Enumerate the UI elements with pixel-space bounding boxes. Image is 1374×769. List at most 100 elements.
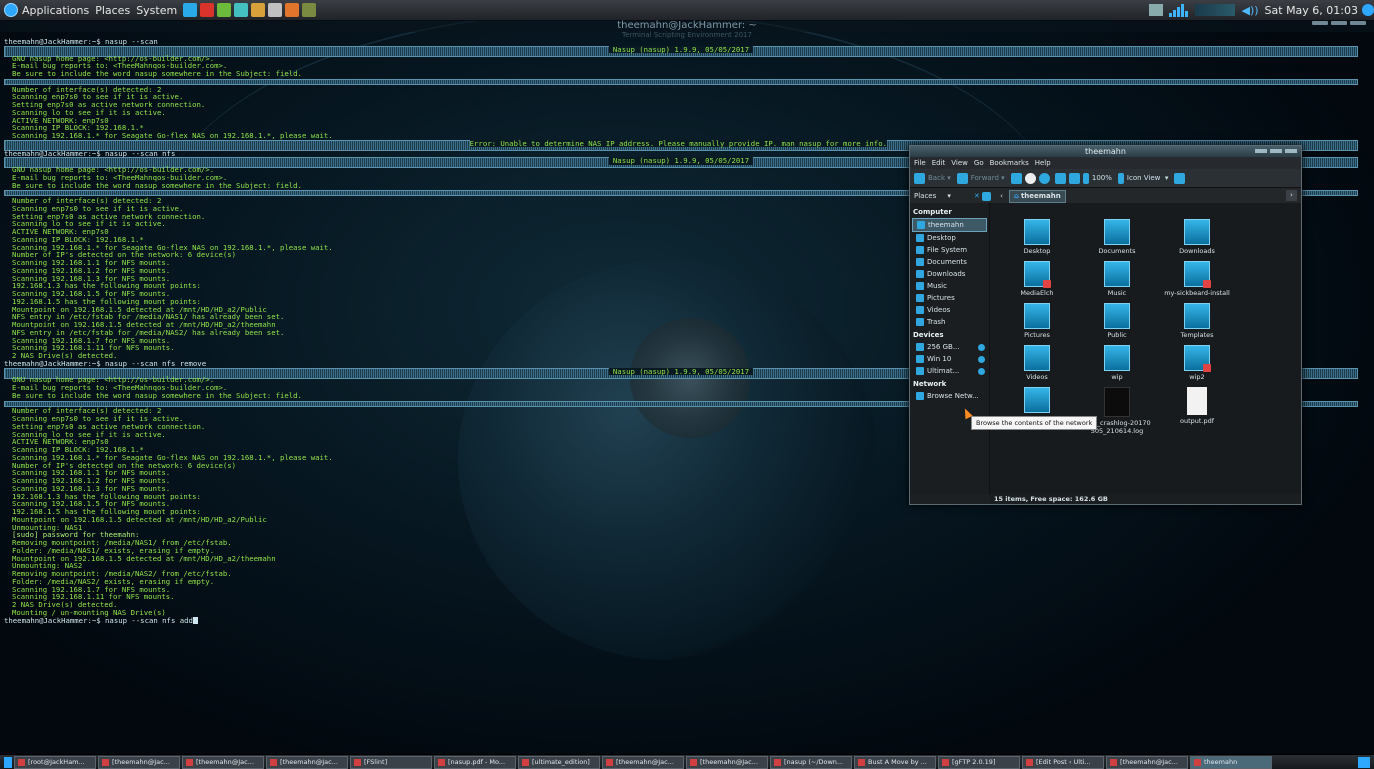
eject-icon[interactable] (978, 367, 985, 375)
zoom-out-icon[interactable] (1082, 172, 1089, 184)
sidebar-item-file-system[interactable]: File System (910, 244, 989, 256)
menu-view[interactable]: View (951, 159, 968, 167)
file-item[interactable]: Public (1082, 303, 1152, 339)
sidebar-item-videos[interactable]: Videos (910, 304, 989, 316)
taskbar-button[interactable]: [theemahn@Jac... (686, 755, 768, 769)
sidebar-item-win-10[interactable]: Win 10 (910, 353, 989, 365)
file-item[interactable]: Templates (1162, 303, 1232, 339)
sidebar-item-music[interactable]: Music (910, 280, 989, 292)
sidebar-item-documents[interactable]: Documents (910, 256, 989, 268)
trash-icon[interactable] (1358, 756, 1370, 768)
file-item[interactable]: wip2 (1162, 345, 1232, 381)
reload-icon[interactable] (1038, 172, 1050, 184)
taskbar-button[interactable]: [ultimate_edition] (518, 755, 600, 769)
file-item[interactable]: Videos (1002, 345, 1072, 381)
file-manager-window[interactable]: theemahn File Edit View Go Bookmarks Hel… (909, 145, 1302, 505)
editor-launcher-icon[interactable] (285, 3, 300, 17)
taskbar-button[interactable]: [nasup.pdf - Mo... (434, 755, 516, 769)
zoom-in-icon[interactable] (1117, 172, 1124, 184)
power-icon[interactable] (1362, 4, 1374, 16)
terminal-launcher-icon[interactable] (183, 3, 198, 17)
file-item[interactable]: Music (1082, 261, 1152, 297)
menu-places[interactable]: Places (95, 4, 130, 17)
fm-close-button[interactable] (1285, 149, 1297, 153)
display-icon[interactable] (1149, 4, 1164, 16)
settings-launcher-icon[interactable] (217, 3, 232, 17)
sidebar-item-256-gb[interactable]: 256 GB... (910, 341, 989, 353)
fm-minimize-button[interactable] (1255, 149, 1267, 153)
icon-view[interactable]: Desktop Documents Downloads MediaElch Music m… (990, 203, 1301, 494)
back-button[interactable]: Back ▾ (914, 172, 951, 184)
file-item[interactable]: Documents (1082, 219, 1152, 255)
file-item[interactable]: output.pdf (1162, 387, 1232, 425)
show-desktop-button[interactable] (4, 756, 12, 768)
path-back-icon[interactable]: ‹ (1000, 192, 1003, 200)
clock[interactable]: Sat May 6, 01:03 (1265, 4, 1358, 17)
path-forward-icon[interactable]: › (1286, 190, 1297, 201)
places-dropdown[interactable]: Places ▾ (914, 192, 974, 200)
status-bar: 15 items, Free space: 162.6 GB (989, 494, 1301, 504)
taskbar-button[interactable]: [Edit Post ‹ Ulti... (1022, 755, 1104, 769)
view-selector[interactable]: Icon View ▾ (1127, 174, 1168, 182)
taskbar-button[interactable]: Bust A Move by ... (854, 755, 936, 769)
close-button[interactable] (1350, 21, 1366, 25)
stop-icon[interactable] (1024, 172, 1036, 184)
games-launcher-icon[interactable] (302, 3, 317, 17)
sidebar-item-desktop[interactable]: Desktop (910, 232, 989, 244)
menu-system[interactable]: System (136, 4, 177, 17)
minimize-button[interactable] (1312, 21, 1328, 25)
toggle-location-icon[interactable] (982, 191, 992, 201)
sidebar-item-ultimat[interactable]: Ultimat... (910, 365, 989, 377)
file-item[interactable]: Pictures (1002, 303, 1072, 339)
sidebar-heading-computer: Computer (913, 208, 952, 216)
network-activity-icon[interactable] (1169, 3, 1189, 17)
browser-launcher-icon[interactable] (268, 3, 283, 17)
file-item[interactable]: Downloads (1162, 219, 1232, 255)
file-manager-launcher-icon[interactable] (200, 3, 215, 17)
taskbar-button[interactable]: [theemahn@Jac... (182, 755, 264, 769)
taskbar-button[interactable]: [theemahn@Jac... (98, 755, 180, 769)
file-item[interactable]: MediaElch (1002, 261, 1072, 297)
file-item[interactable]: wip (1082, 345, 1152, 381)
taskbar-button[interactable]: [FSlint] (350, 755, 432, 769)
menu-edit[interactable]: Edit (932, 159, 946, 167)
taskbar-button[interactable]: [nasup (~/Down... (770, 755, 852, 769)
forward-button[interactable]: Forward ▾ (956, 172, 1005, 184)
eject-icon[interactable] (978, 343, 985, 351)
close-sidebar-icon[interactable]: ✕ (974, 192, 980, 200)
file-manager-titlebar[interactable]: theemahn (910, 146, 1301, 157)
fm-maximize-button[interactable] (1270, 149, 1282, 153)
sidebar-item-pictures[interactable]: Pictures (910, 292, 989, 304)
menu-bookmarks[interactable]: Bookmarks (990, 159, 1029, 167)
menu-help[interactable]: Help (1035, 159, 1051, 167)
sidebar-item-theemahn[interactable]: theemahn (912, 218, 987, 232)
up-icon[interactable] (1010, 172, 1022, 184)
taskbar-button[interactable]: [gFTP 2.0.19] (938, 755, 1020, 769)
distro-logo-icon[interactable] (4, 3, 18, 17)
mail-launcher-icon[interactable] (251, 3, 266, 17)
file-item[interactable]: my-sickbeard-install (1162, 261, 1232, 297)
taskbar-button[interactable]: [theemahn@Jac... (602, 755, 684, 769)
home-icon[interactable] (1054, 172, 1066, 184)
menu-applications[interactable]: Applications (22, 4, 89, 17)
menu-go[interactable]: Go (974, 159, 984, 167)
sidebar-item-downloads[interactable]: Downloads (910, 268, 989, 280)
taskbar-button[interactable]: [theemahn@Jac... (1106, 755, 1188, 769)
computer-icon[interactable] (1068, 172, 1080, 184)
file-item[interactable]: Desktop (1002, 219, 1072, 255)
network-launcher-icon[interactable] (234, 3, 249, 17)
menu-file[interactable]: File (914, 159, 926, 167)
taskbar-button[interactable]: [theemahn@Jac... (266, 755, 348, 769)
search-icon[interactable] (1174, 172, 1186, 184)
path-home-button[interactable]: ⌂ theemahn (1008, 189, 1066, 203)
maximize-button[interactable] (1331, 21, 1347, 25)
volume-icon[interactable]: ◀)) (1241, 4, 1258, 17)
file-item-label: Templates (1180, 331, 1214, 339)
eject-icon[interactable] (978, 355, 985, 363)
file-item[interactable] (1002, 387, 1072, 415)
taskbar-button-label: theemahn (1204, 758, 1238, 766)
taskbar-button[interactable]: [root@JackHam... (14, 755, 96, 769)
sidebar-item-trash[interactable]: Trash (910, 316, 989, 328)
taskbar-button[interactable]: theemahn (1190, 755, 1272, 769)
sidebar-item-browse-netw[interactable]: Browse Netw... (910, 390, 989, 402)
